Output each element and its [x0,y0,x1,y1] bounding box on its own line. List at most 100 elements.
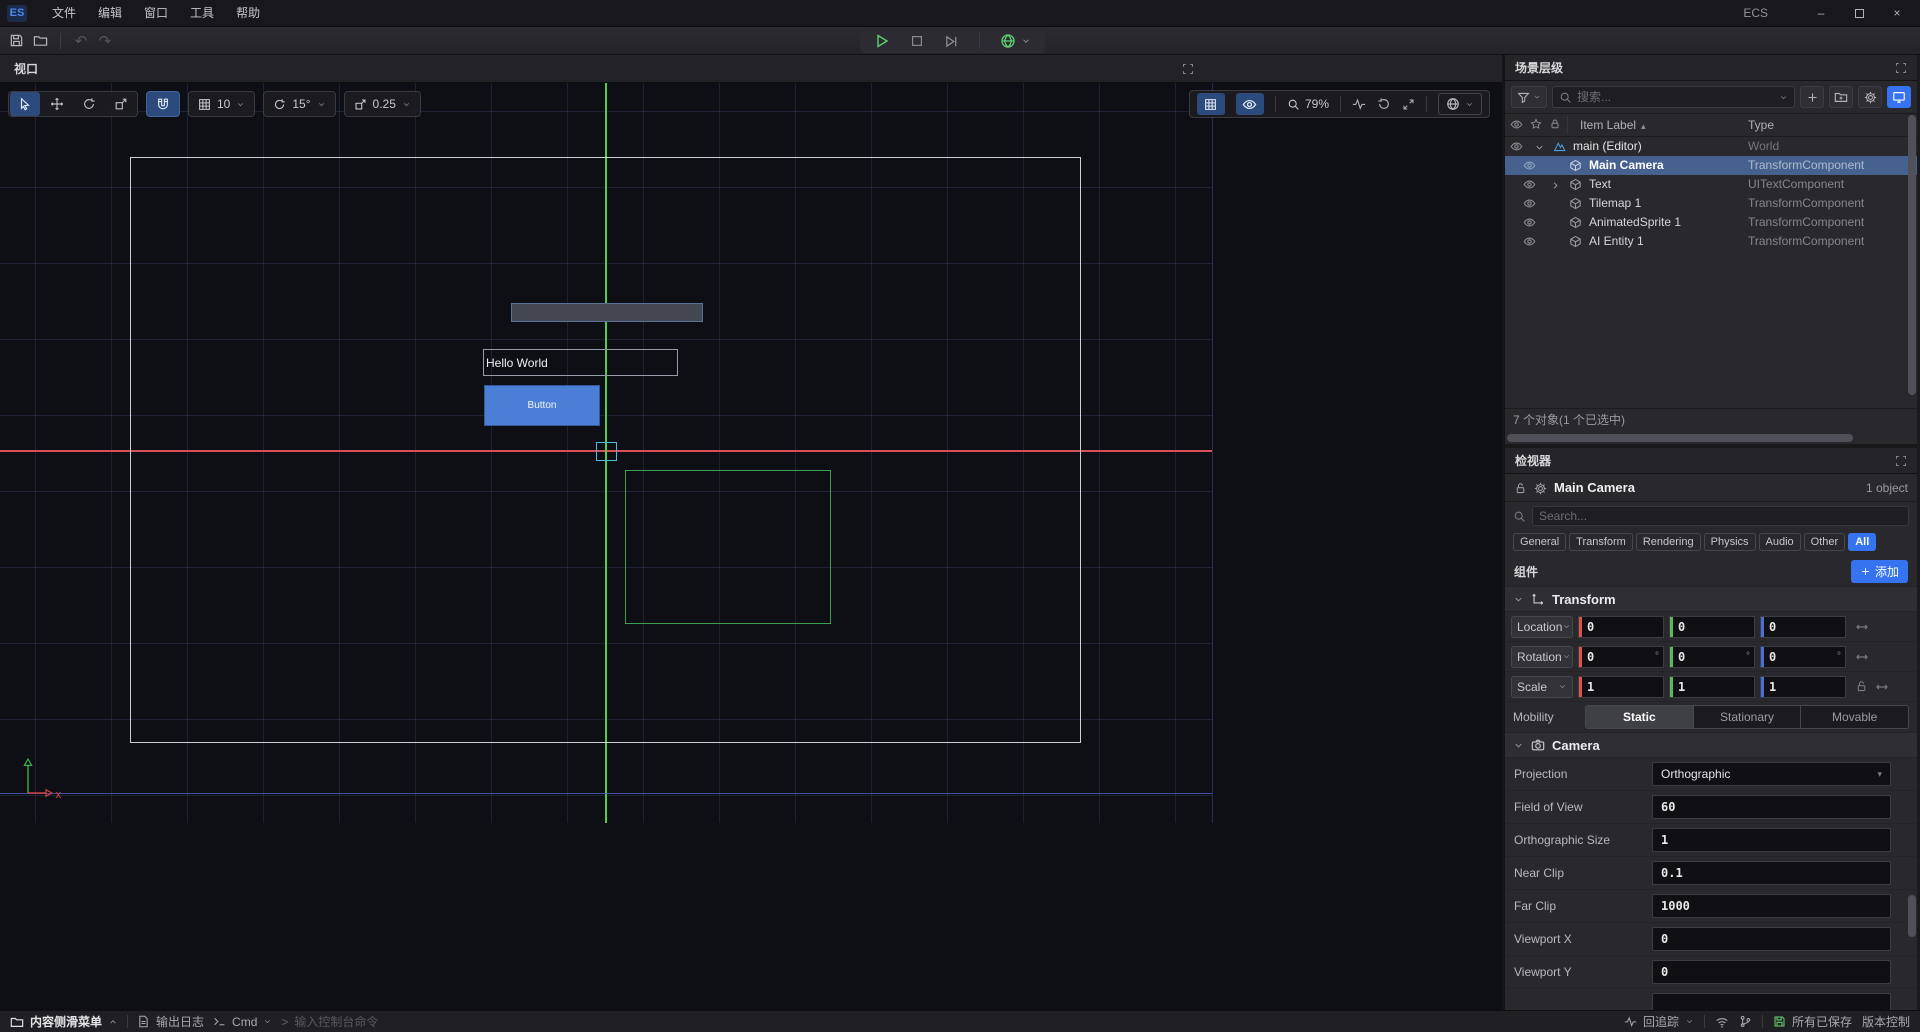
chevron-down-icon[interactable] [1513,594,1524,605]
hierarchy-hscrollbar[interactable] [1505,432,1917,444]
scale-y-input[interactable]: 1 [1669,676,1755,698]
visibility-toggle-button[interactable] [1236,93,1264,115]
viewport-canvas[interactable]: Hello World Button x [0,83,1502,1010]
inspector-vscrollbar[interactable] [1908,895,1916,937]
rotation-dropdown[interactable]: Rotation [1511,646,1573,668]
hierarchy-row-text[interactable]: Text UITextComponent [1505,175,1917,194]
menu-tools[interactable]: 工具 [179,0,225,26]
hierarchy-row-main-camera[interactable]: Main Camera TransformComponent [1505,156,1917,175]
location-dropdown[interactable]: Location [1511,616,1573,638]
orthographic-size-input[interactable]: 1 [1652,828,1891,852]
tilemap-bounds-rect[interactable] [625,470,831,624]
tab-physics[interactable]: Physics [1704,533,1756,551]
scale-z-input[interactable]: 1 [1760,676,1846,698]
stop-button[interactable] [910,34,924,49]
maximize-button[interactable] [1844,0,1874,26]
ui-panel-object[interactable] [511,303,703,322]
lock-open-icon[interactable] [1514,480,1527,494]
tab-all[interactable]: All [1848,533,1876,551]
select-tool-button[interactable] [10,92,40,116]
far-clip-input[interactable]: 1000 [1652,894,1891,918]
link-axes-icon[interactable] [1855,620,1869,634]
network-status-icon[interactable] [1715,1015,1729,1029]
hierarchy-row-ai-entity[interactable]: AI Entity 1 TransformComponent [1505,232,1917,251]
fit-view-button[interactable] [1402,97,1415,111]
viewport-world-dropdown[interactable] [1438,93,1482,115]
source-control-icon[interactable] [1739,1015,1752,1028]
view-mode-button[interactable] [1887,86,1911,108]
eye-icon[interactable] [1523,158,1536,172]
save-button[interactable] [4,30,28,52]
rotation-x-input[interactable]: 0° [1578,646,1664,668]
hierarchy-row-main[interactable]: main (Editor) World [1505,137,1917,156]
viewport-expand-icon[interactable] [1182,62,1194,76]
star-column-icon[interactable] [1530,118,1542,130]
field-of-view-input[interactable]: 60 [1652,795,1891,819]
projection-select[interactable]: Orthographic▾ [1652,762,1891,786]
grid-toggle-button[interactable] [1197,93,1225,115]
tab-rendering[interactable]: Rendering [1636,533,1701,551]
eye-column-icon[interactable] [1510,118,1523,131]
rotate-tool-button[interactable] [74,92,104,116]
rotation-y-input[interactable]: 0° [1669,646,1755,668]
ui-button-object[interactable]: Button [484,385,600,426]
menu-help[interactable]: 帮助 [225,0,271,26]
scale-lock-icon[interactable] [1855,680,1868,693]
tab-transform[interactable]: Transform [1569,533,1633,551]
column-item-label[interactable]: Item Label ▲ [1580,118,1647,132]
console-command-input[interactable] [294,1015,424,1029]
eye-icon[interactable] [1510,139,1523,153]
step-button[interactable] [944,33,959,48]
viewport-y-input[interactable]: 0 [1652,960,1891,984]
hierarchy-search-input[interactable] [1577,90,1774,104]
menu-window[interactable]: 窗口 [133,0,179,26]
output-log-button[interactable]: 输出日志 [137,1013,204,1030]
minimize-button[interactable]: – [1806,0,1836,26]
cmd-dropdown[interactable]: Cmd [213,1015,272,1029]
chevron-down-icon[interactable] [1513,740,1524,751]
hierarchy-expand-icon[interactable] [1895,61,1907,75]
eye-icon[interactable] [1523,196,1536,210]
eye-icon[interactable] [1523,215,1536,229]
mobility-movable[interactable]: Movable [1801,706,1908,728]
add-component-button[interactable]: 添加 [1851,560,1908,583]
chevron-down-icon[interactable] [1534,140,1545,154]
link-axes-icon[interactable] [1875,680,1889,694]
hierarchy-search[interactable] [1552,86,1795,108]
chevron-right-icon[interactable] [1550,178,1561,192]
scale-tool-button[interactable] [106,92,136,116]
location-x-input[interactable]: 0 [1578,616,1664,638]
tab-general[interactable]: General [1513,533,1566,551]
tab-other[interactable]: Other [1804,533,1846,551]
open-folder-button[interactable] [28,30,52,52]
menu-file[interactable]: 文件 [41,0,87,26]
tab-audio[interactable]: Audio [1759,533,1801,551]
hierarchy-row-animatedsprite[interactable]: AnimatedSprite 1 TransformComponent [1505,213,1917,232]
hierarchy-row-tilemap[interactable]: Tilemap 1 TransformComponent [1505,194,1917,213]
hierarchy-vscrollbar[interactable] [1908,115,1916,395]
near-clip-input[interactable]: 0.1 [1652,861,1891,885]
eye-icon[interactable] [1523,234,1536,248]
location-z-input[interactable]: 0 [1760,616,1846,638]
camera-section-header[interactable]: Camera [1505,732,1917,758]
hierarchy-settings-button[interactable] [1858,86,1882,108]
chevron-down-icon[interactable] [1779,93,1788,102]
mobility-stationary[interactable]: Stationary [1694,706,1802,728]
eye-icon[interactable] [1523,177,1536,191]
zoom-indicator[interactable]: 79% [1287,97,1329,111]
location-y-input[interactable]: 0 [1669,616,1755,638]
viewport-x-input[interactable]: 0 [1652,927,1891,951]
ui-text-object[interactable]: Hello World [483,349,678,376]
clipped-input[interactable] [1652,993,1891,1010]
close-button[interactable]: × [1882,0,1912,26]
selected-camera-gizmo[interactable] [596,442,617,461]
move-tool-button[interactable] [42,92,72,116]
transform-section-header[interactable]: Transform [1505,586,1917,612]
reset-view-button[interactable] [1377,97,1391,112]
save-status[interactable]: 所有已保存 [1773,1013,1852,1030]
trace-dropdown[interactable]: 回追踪 [1624,1013,1694,1030]
console-command[interactable]: > [281,1015,424,1029]
menu-edit[interactable]: 编辑 [87,0,133,26]
content-drawer-button[interactable]: 内容侧滑菜单 [10,1013,118,1030]
version-control-button[interactable]: 版本控制 [1862,1013,1910,1030]
